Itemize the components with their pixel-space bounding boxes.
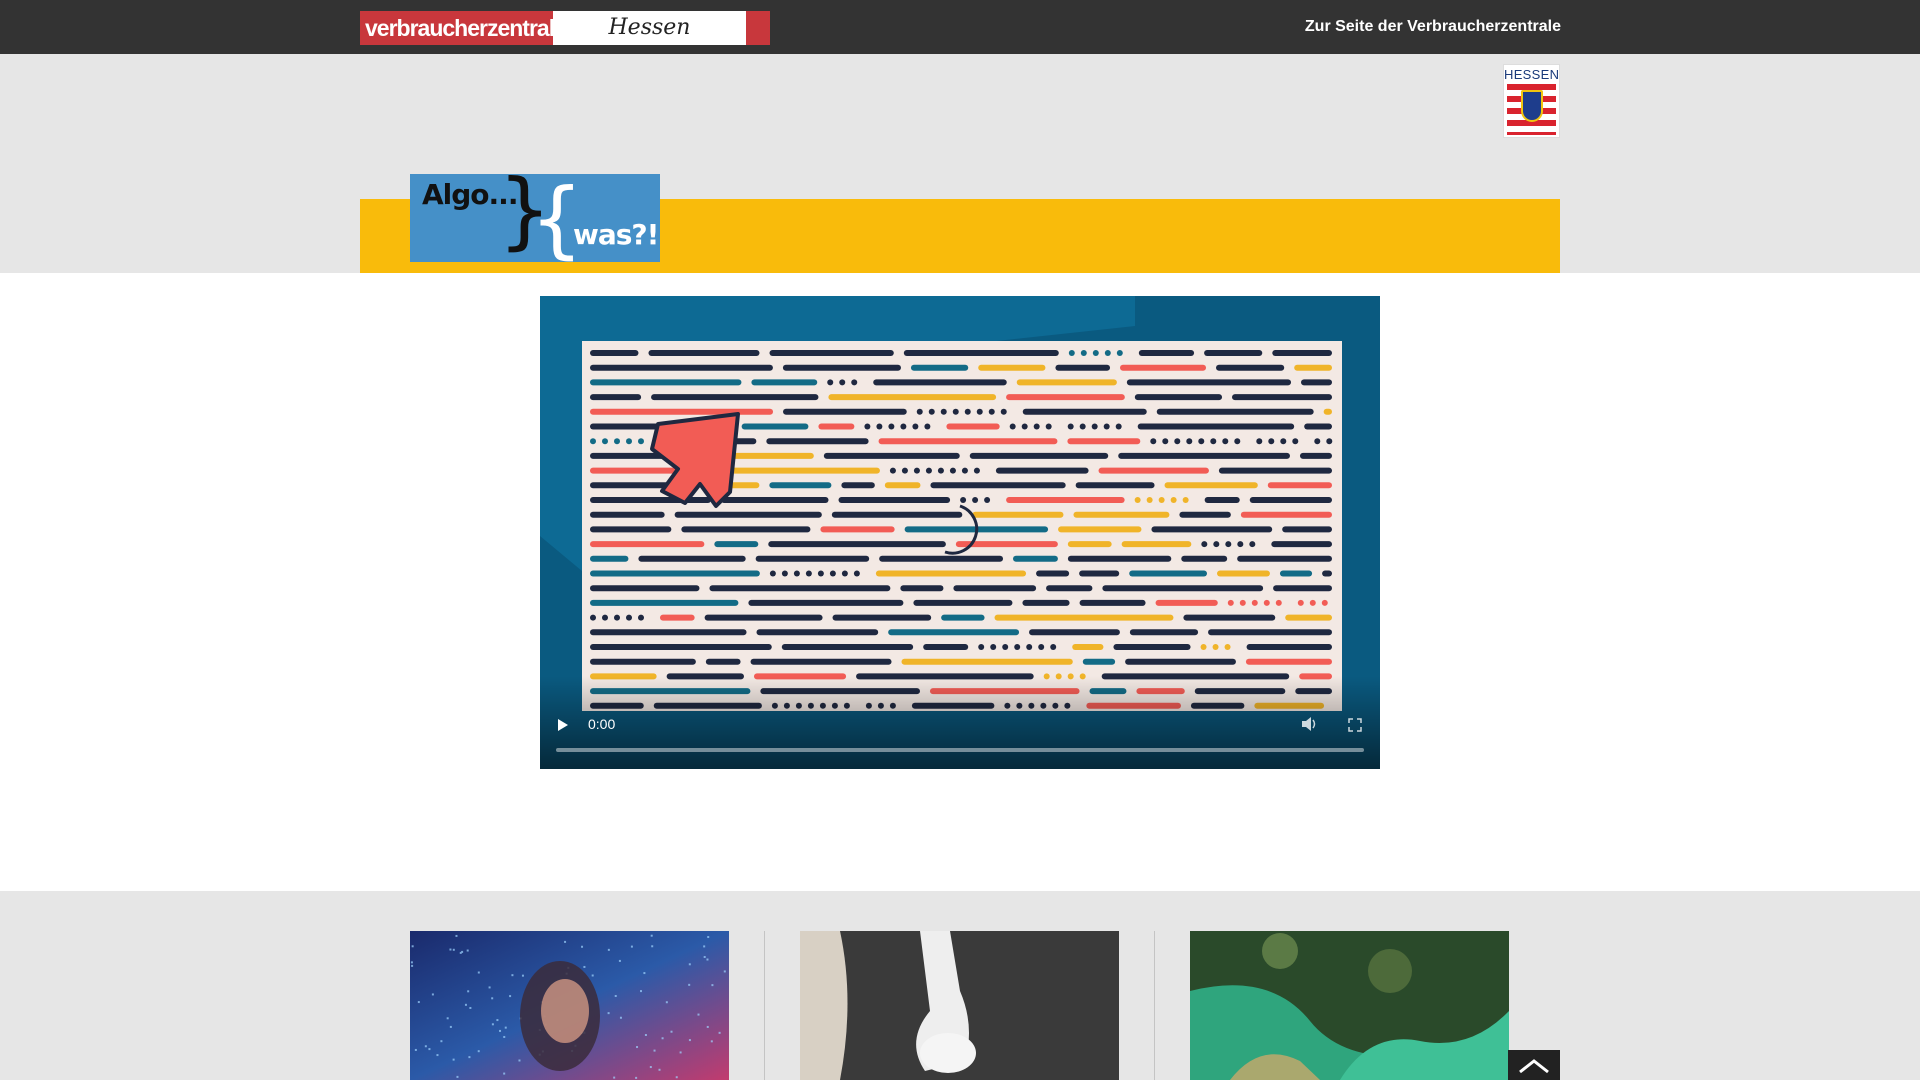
video-controls: 0:00 <box>540 676 1380 769</box>
video-time: 0:00 <box>588 716 616 732</box>
play-icon[interactable] <box>558 719 568 731</box>
verbraucherzentrale-hessen-logo[interactable]: verbraucherzentrale Hessen <box>360 11 770 45</box>
teaser-image-code-woman[interactable] <box>410 931 729 1080</box>
volume-icon[interactable] <box>1300 714 1320 734</box>
logo-brand-text: verbraucherzentrale <box>360 11 553 45</box>
teaser-image-satellite-coast[interactable] <box>1190 931 1509 1080</box>
teaser-separator <box>1154 931 1155 1080</box>
hessen-coat-of-arms-icon <box>1521 90 1543 122</box>
top-bar: verbraucherzentrale Hessen Zur Seite der… <box>0 0 1920 54</box>
teaser-image-robot-hand[interactable] <box>800 931 1119 1080</box>
chevron-up-icon <box>1519 1059 1549 1074</box>
fullscreen-icon[interactable] <box>1348 718 1362 732</box>
video-player[interactable]: 0:00 <box>540 296 1380 769</box>
logo-accent <box>746 11 770 45</box>
hessen-state-logo[interactable]: HESSEN <box>1503 64 1560 138</box>
teaser-separator <box>764 931 765 1080</box>
logo-region-text: Hessen <box>553 11 746 45</box>
verbraucherzentrale-site-link[interactable]: Zur Seite der Verbraucherzentrale <box>1305 0 1561 54</box>
scroll-to-top-button[interactable] <box>1508 1050 1560 1080</box>
was-logo-text: was?! <box>573 218 659 251</box>
algo-was-logo[interactable]: Algo... } { was?! <box>410 168 660 262</box>
hessen-logo-text: HESSEN <box>1504 67 1560 82</box>
video-progress-bar[interactable] <box>556 748 1364 752</box>
